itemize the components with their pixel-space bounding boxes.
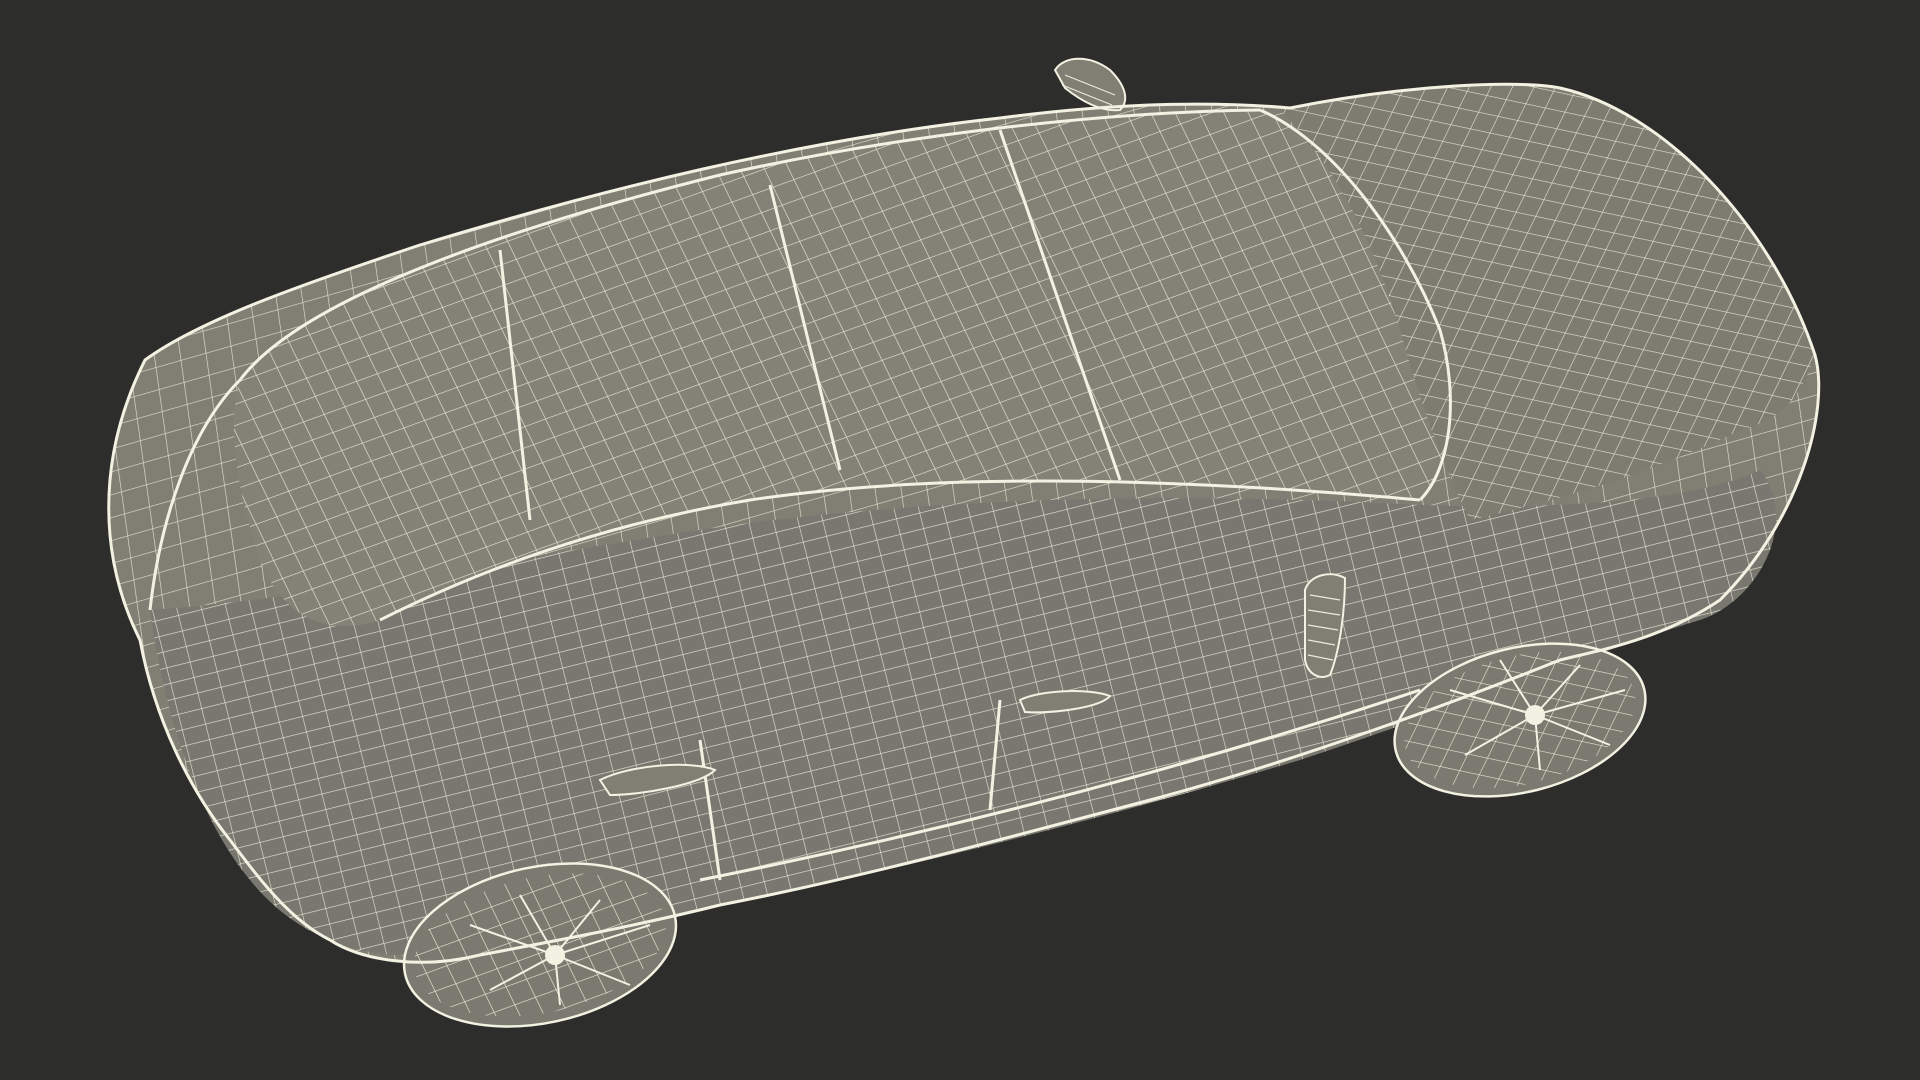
car-wireframe-render	[107, 57, 1821, 1039]
roof-antenna	[1053, 57, 1127, 112]
render-viewport	[0, 0, 1920, 1080]
